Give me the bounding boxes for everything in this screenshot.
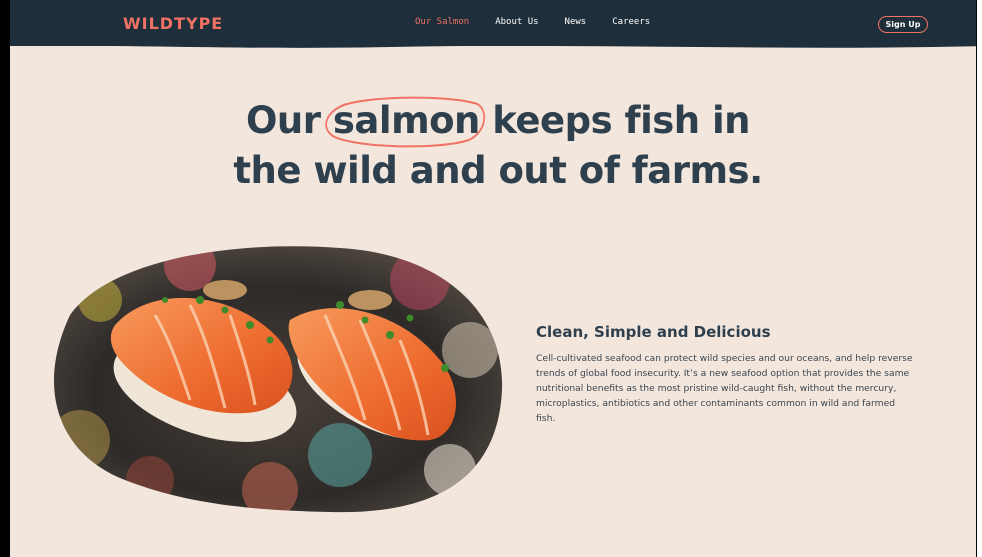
hero-circled-word: salmon bbox=[325, 96, 485, 148]
hero-line-1: Our salmon keeps fish in bbox=[10, 96, 976, 148]
nav-link-our-salmon[interactable]: Our Salmon bbox=[415, 17, 469, 27]
feature-title: Clean, Simple and Delicious bbox=[536, 323, 771, 341]
nav-link-about-us[interactable]: About Us bbox=[495, 17, 538, 27]
nav-links: Our Salmon About Us News Careers bbox=[415, 17, 650, 27]
feature-body: Cell-cultivated seafood can protect wild… bbox=[536, 353, 913, 424]
sign-up-button[interactable]: Sign Up bbox=[878, 16, 928, 33]
hero-line-2: the wild and out of farms. bbox=[233, 149, 763, 192]
window-edge bbox=[976, 0, 982, 557]
nav-wave-edge bbox=[10, 40, 976, 48]
page: WILDTYPE Our Salmon About Us News Career… bbox=[0, 0, 982, 557]
hero-word-our: Our bbox=[245, 99, 321, 142]
nav-link-careers[interactable]: Careers bbox=[612, 17, 650, 27]
hero-words-rest: keeps fish in bbox=[492, 99, 751, 142]
feature-section: Clean, Simple and Delicious Cell-cultiva… bbox=[536, 323, 916, 426]
hero-word-salmon: salmon bbox=[332, 99, 481, 142]
logo[interactable]: WILDTYPE bbox=[123, 14, 223, 33]
salmon-nigiri-image bbox=[54, 246, 503, 513]
nav-link-news[interactable]: News bbox=[565, 17, 587, 27]
hero-heading: Our salmon keeps fish in the wild and ou… bbox=[10, 96, 976, 196]
